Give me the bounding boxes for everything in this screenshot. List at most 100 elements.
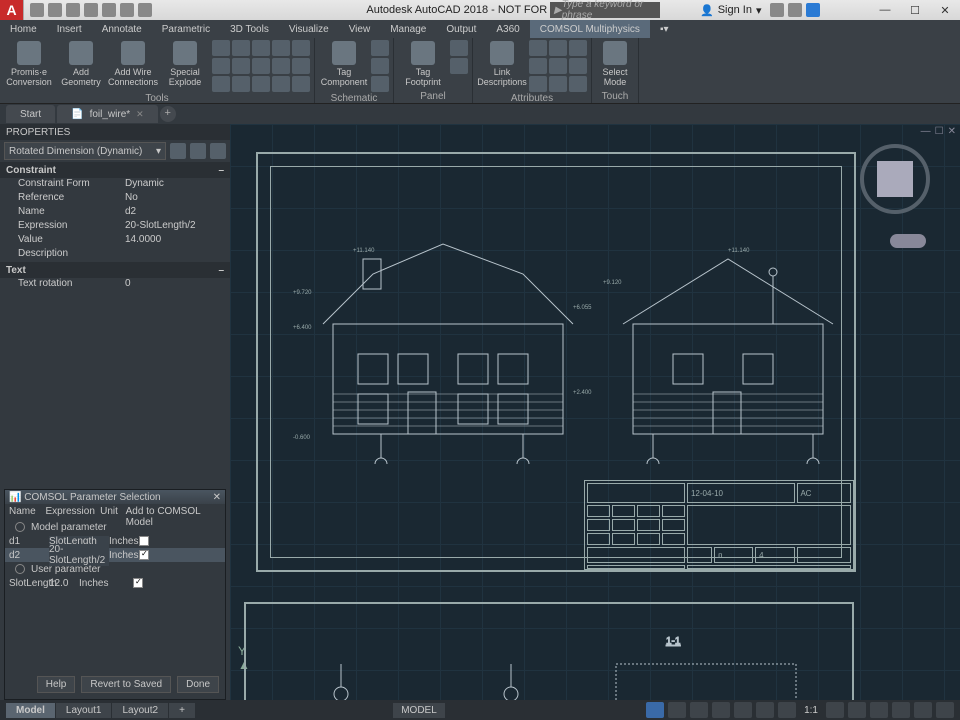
- tab-3dtools[interactable]: 3D Tools: [220, 20, 279, 38]
- prop-name-value[interactable]: d2: [125, 206, 230, 220]
- otrack-toggle-icon[interactable]: [756, 702, 774, 718]
- attr-sm-5[interactable]: [549, 58, 567, 74]
- tool-sm-1[interactable]: [212, 40, 230, 56]
- add-tab-button[interactable]: +: [160, 106, 176, 122]
- layouttab-layout2[interactable]: Layout2: [112, 703, 169, 718]
- help-search-input[interactable]: ▶ Type a keyword or phrase: [550, 2, 660, 18]
- help-icon[interactable]: [806, 3, 820, 17]
- quickselect-icon[interactable]: [170, 143, 186, 159]
- vp-min-icon[interactable]: —: [921, 126, 931, 137]
- tool-sm-15[interactable]: [292, 76, 310, 92]
- attr-sm-1[interactable]: [529, 40, 547, 56]
- qat-new-icon[interactable]: [30, 3, 44, 17]
- polar-toggle-icon[interactable]: [712, 702, 730, 718]
- select-mode-button[interactable]: Select Mode: [596, 40, 634, 90]
- param-row-d1[interactable]: d1SlotLengthInches: [5, 534, 225, 548]
- app-logo[interactable]: A: [0, 0, 24, 20]
- tool-sm-13[interactable]: [252, 76, 270, 92]
- isolate-icon[interactable]: [892, 702, 910, 718]
- attr-sm-3[interactable]: [569, 40, 587, 56]
- attr-sm-2[interactable]: [549, 40, 567, 56]
- attr-sm-9[interactable]: [569, 76, 587, 92]
- qat-undo-icon[interactable]: [120, 3, 134, 17]
- done-button[interactable]: Done: [177, 676, 219, 693]
- comsol-title-bar[interactable]: 📊 COMSOL Parameter Selection✕: [5, 490, 225, 504]
- prop-expression-value[interactable]: 20-SlotLength/2: [125, 220, 230, 234]
- link-descriptions-button[interactable]: Link Descriptions: [477, 40, 527, 90]
- stay-connected-icon[interactable]: [788, 3, 802, 17]
- add-wire-button[interactable]: Add Wire Connections: [108, 40, 158, 90]
- tab-insert[interactable]: Insert: [47, 20, 92, 38]
- sch-sm-3[interactable]: [371, 76, 389, 92]
- special-explode-button[interactable]: Special Explode: [160, 40, 210, 90]
- tool-sm-11[interactable]: [212, 76, 230, 92]
- prop-constraintform-value[interactable]: Dynamic: [125, 178, 230, 192]
- qat-save-icon[interactable]: [66, 3, 80, 17]
- layouttab-add[interactable]: +: [169, 703, 196, 718]
- vp-close-icon[interactable]: ✕: [948, 126, 956, 137]
- doctab-start[interactable]: Start: [6, 105, 55, 123]
- exchange-icon[interactable]: [770, 3, 784, 17]
- qat-open-icon[interactable]: [48, 3, 62, 17]
- prop-description-value[interactable]: [125, 248, 230, 262]
- qat-redo-icon[interactable]: [138, 3, 152, 17]
- tab-comsol[interactable]: COMSOL Multiphysics: [530, 20, 650, 38]
- tag-component-button[interactable]: Tag Component: [319, 40, 369, 90]
- checkbox-slotlength[interactable]: [133, 578, 143, 588]
- revert-button[interactable]: Revert to Saved: [81, 676, 171, 693]
- prop-value-value[interactable]: 14.0000: [125, 234, 230, 248]
- cube-face[interactable]: [877, 161, 913, 197]
- param-row-slotlength[interactable]: SlotLength12.0Inches: [5, 576, 225, 590]
- tool-sm-5[interactable]: [292, 40, 310, 56]
- tool-sm-9[interactable]: [272, 58, 290, 74]
- close-tab-icon[interactable]: ✕: [136, 109, 144, 120]
- customize-icon[interactable]: [936, 702, 954, 718]
- radio-icon[interactable]: [15, 564, 25, 574]
- grid-toggle-icon[interactable]: [646, 702, 664, 718]
- add-geometry-button[interactable]: Add Geometry: [56, 40, 106, 90]
- tab-expand-icon[interactable]: ▪▾: [650, 20, 679, 38]
- anno-toggle-icon[interactable]: [826, 702, 844, 718]
- tab-annotate[interactable]: Annotate: [92, 20, 152, 38]
- attr-sm-6[interactable]: [569, 58, 587, 74]
- layouttab-model[interactable]: Model: [6, 703, 56, 718]
- cleanscreen-icon[interactable]: [914, 702, 932, 718]
- pnl-sm-1[interactable]: [450, 40, 468, 56]
- signin-button[interactable]: 👤 Sign In ▾: [700, 4, 761, 17]
- checkbox-d2[interactable]: [139, 550, 149, 560]
- osnap-toggle-icon[interactable]: [734, 702, 752, 718]
- checkbox-d1[interactable]: [139, 536, 149, 546]
- section-text[interactable]: Text–: [0, 262, 230, 278]
- qat-print-icon[interactable]: [102, 3, 116, 17]
- vp-max-icon[interactable]: ☐: [935, 126, 944, 137]
- help-button[interactable]: Help: [37, 676, 76, 693]
- tab-visualize[interactable]: Visualize: [279, 20, 339, 38]
- sch-sm-1[interactable]: [371, 40, 389, 56]
- attr-sm-7[interactable]: [529, 76, 547, 92]
- tool-sm-2[interactable]: [232, 40, 250, 56]
- attr-sm-4[interactable]: [529, 58, 547, 74]
- tab-a360[interactable]: A360: [486, 20, 529, 38]
- layouttab-layout1[interactable]: Layout1: [56, 703, 113, 718]
- doctab-foilwire[interactable]: 📄 foil_wire*✕: [57, 105, 158, 123]
- tool-sm-14[interactable]: [272, 76, 290, 92]
- object-type-selector[interactable]: Rotated Dimension (Dynamic)▾: [4, 142, 166, 160]
- tab-view[interactable]: View: [339, 20, 381, 38]
- viewcube[interactable]: [860, 144, 930, 214]
- scale-readout[interactable]: 1:1: [800, 705, 822, 716]
- pnl-sm-2[interactable]: [450, 58, 468, 74]
- tool-sm-8[interactable]: [252, 58, 270, 74]
- minimize-button[interactable]: —: [870, 0, 900, 20]
- promise-conversion-button[interactable]: Promis·e Conversion: [4, 40, 54, 90]
- tool-sm-6[interactable]: [212, 58, 230, 74]
- snap-toggle-icon[interactable]: [668, 702, 686, 718]
- tag-footprint-button[interactable]: Tag Footprint: [398, 40, 448, 90]
- nav-bar[interactable]: [890, 234, 926, 248]
- space-toggle[interactable]: MODEL: [393, 703, 445, 718]
- tool-sm-12[interactable]: [232, 76, 250, 92]
- lineweight-toggle-icon[interactable]: [778, 702, 796, 718]
- tool-sm-3[interactable]: [252, 40, 270, 56]
- tab-parametric[interactable]: Parametric: [152, 20, 220, 38]
- close-icon[interactable]: ✕: [213, 492, 221, 503]
- workspace-icon[interactable]: [848, 702, 866, 718]
